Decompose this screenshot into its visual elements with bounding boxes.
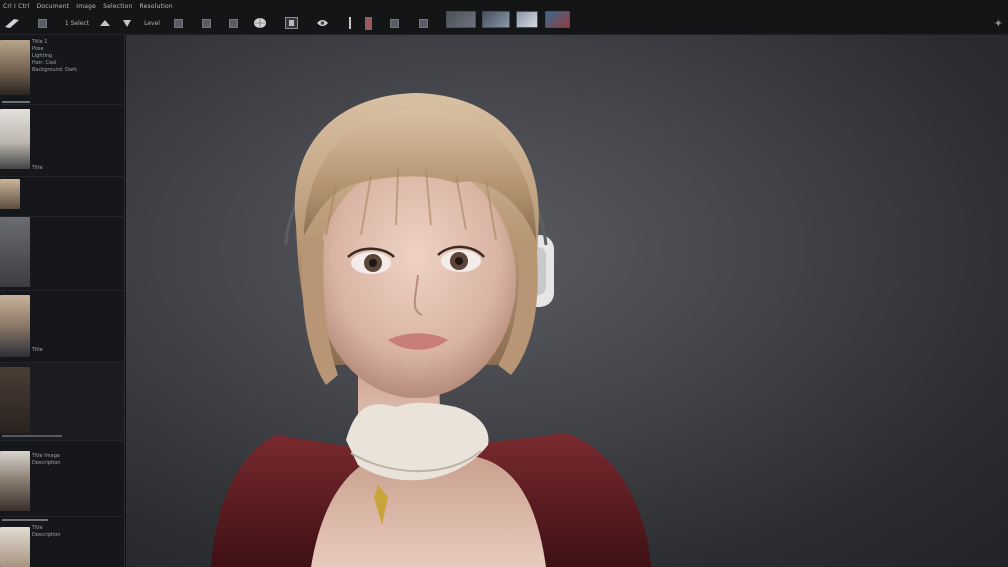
square-icon	[37, 18, 47, 28]
layer-thumbnail	[0, 527, 30, 567]
move-tool-button[interactable]	[98, 16, 112, 30]
progress-bar	[2, 101, 30, 103]
rect-icon	[229, 18, 238, 28]
layers-sidebar: Title 1 Pose Lighting Hair: Cool Backgro…	[0, 35, 125, 567]
layer-line: Title 1	[32, 39, 48, 45]
rect-icon	[390, 18, 399, 28]
list-item[interactable]	[0, 363, 124, 441]
progress-bar	[2, 435, 62, 437]
move-icon	[100, 20, 110, 26]
preset-thumb-2[interactable]	[482, 11, 510, 28]
zoom-select[interactable]: 1 Select	[64, 16, 90, 30]
layer-line: Title	[32, 347, 43, 353]
layer-thumbnail	[0, 367, 30, 433]
frame-icon	[285, 17, 298, 29]
image-canvas[interactable]	[126, 35, 1008, 567]
layer-line: Hair: Cool	[32, 60, 57, 66]
layer-thumbnail	[0, 217, 30, 287]
list-item[interactable]: Title	[0, 105, 124, 177]
layer-line: Title Image	[32, 453, 60, 459]
layer-line: Title	[32, 165, 43, 171]
menu-item-resolution[interactable]: Resolution	[140, 0, 173, 13]
rect-tool-button-2[interactable]	[200, 16, 213, 30]
square-tool-button[interactable]	[36, 16, 48, 30]
list-item[interactable]: Title Image Description	[0, 441, 124, 517]
preset-thumb-4[interactable]	[545, 11, 570, 28]
layer-line: Description	[32, 460, 61, 466]
list-item[interactable]: Title	[0, 291, 124, 363]
menu-item-image[interactable]: Image	[76, 0, 96, 13]
rect-icon	[419, 18, 428, 28]
layer-line: Pose	[32, 46, 44, 52]
cursor-icon	[123, 20, 131, 27]
eye-tool-button[interactable]	[315, 16, 330, 30]
rect-tool-button-5[interactable]	[417, 16, 430, 30]
line-tool-button[interactable]	[347, 16, 353, 30]
cursor-tool-button[interactable]	[121, 16, 133, 30]
layer-thumbnail	[0, 109, 30, 169]
menu-item-selection[interactable]: Selection	[103, 0, 132, 13]
layer-line: Title	[32, 525, 43, 531]
eye-icon	[317, 20, 328, 26]
rect-icon	[202, 18, 211, 28]
progress-bar	[2, 519, 48, 521]
list-item[interactable]	[0, 217, 124, 291]
sparkle-icon[interactable]: ✦	[994, 17, 1003, 30]
portrait-image	[211, 93, 651, 567]
menu-item-file[interactable]: Crl I Ctrl	[3, 0, 30, 13]
frame-tool-button[interactable]	[284, 16, 299, 30]
rect-tool-button-4[interactable]	[388, 16, 401, 30]
toolbar: 1 Select Level ✦	[0, 11, 1008, 35]
rect-icon	[174, 18, 183, 28]
brush-icon	[5, 19, 19, 28]
list-item[interactable]: Title Description	[0, 517, 124, 567]
layer-line: Description	[32, 532, 61, 538]
layer-thumbnail	[0, 179, 20, 209]
rect-tool-button-3[interactable]	[227, 16, 240, 30]
color-swatch-button[interactable]	[364, 16, 373, 30]
layer-thumbnail	[0, 40, 30, 95]
layer-line: Lighting	[32, 53, 53, 59]
menu-item-document[interactable]: Document	[37, 0, 70, 13]
line-icon	[349, 17, 351, 29]
preset-thumb-3[interactable]	[516, 11, 538, 28]
brush-tool-button[interactable]	[3, 16, 21, 30]
layer-line: Background: Dark	[32, 67, 77, 73]
layer-thumbnail	[0, 295, 30, 357]
color-swatch-icon	[365, 16, 372, 30]
list-item[interactable]: Title 1 Pose Lighting Hair: Cool Backgro…	[0, 35, 124, 105]
layer-thumbnail	[0, 451, 30, 511]
preset-thumb-1[interactable]	[446, 11, 476, 28]
globe-icon	[254, 18, 266, 28]
list-item[interactable]	[0, 177, 124, 217]
level-button[interactable]: Level	[143, 16, 161, 30]
globe-tool-button[interactable]	[252, 16, 268, 30]
rect-tool-button-1[interactable]	[172, 16, 185, 30]
